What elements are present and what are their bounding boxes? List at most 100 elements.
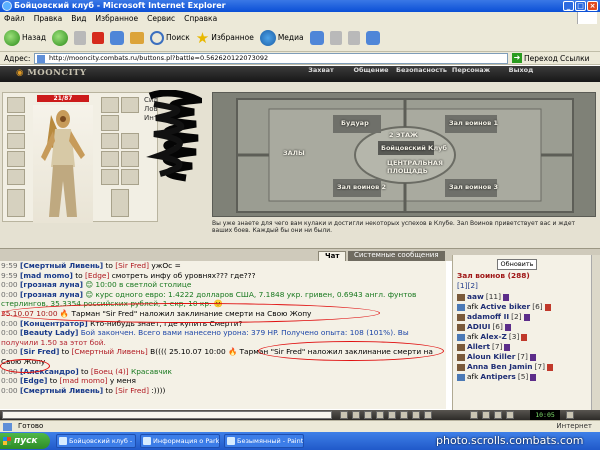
menu-tools[interactable]: Сервис [147, 14, 175, 23]
player-name[interactable]: Antipers [480, 372, 515, 382]
back-button[interactable]: Назад [4, 29, 46, 46]
edit-icon[interactable] [365, 30, 380, 45]
refresh-button[interactable]: Обновить [497, 259, 537, 270]
translit-icon[interactable] [376, 411, 384, 419]
chat-private-icon[interactable] [457, 363, 465, 371]
chat-private-icon[interactable] [457, 303, 465, 311]
player-info-icon[interactable] [544, 303, 551, 311]
chat-nick[interactable]: [Edge] [20, 376, 47, 385]
inventory-slot-earrings[interactable] [101, 97, 119, 113]
chat-input[interactable] [2, 411, 332, 419]
player-list-item[interactable]: afk Antipers [5] [457, 372, 587, 382]
player-info-icon[interactable] [502, 293, 509, 301]
chat-private-icon[interactable] [457, 293, 465, 301]
chat-nick[interactable]: [mad momo] [20, 271, 73, 280]
player-name[interactable]: adamoff II [467, 312, 509, 322]
filter-icon[interactable] [352, 411, 360, 419]
menu-file[interactable]: Файл [4, 14, 25, 23]
media-button[interactable]: Медиа [259, 29, 304, 46]
player-list-item[interactable]: Allert [7] [457, 342, 587, 352]
nav-character[interactable]: Персонаж [446, 66, 496, 75]
map-boudoir[interactable]: Будуар [341, 119, 369, 127]
inventory-slot-cloak[interactable] [7, 189, 25, 217]
taskbar-item-browser[interactable]: Бойцовский клуб - M... [56, 434, 136, 448]
player-info-icon[interactable] [529, 353, 536, 361]
map-central-square[interactable]: ЦЕНТРАЛЬНАЯ ПЛОЩАДЬ [387, 159, 443, 175]
address-input[interactable]: http://mooncity.combats.ru/buttons.pl?ba… [34, 53, 508, 64]
scroll-down-icon[interactable] [482, 411, 490, 419]
map-warriors-hall-3[interactable]: Зал воинов 3 [449, 183, 498, 191]
player-name[interactable]: Allert [467, 342, 490, 352]
inventory-slot-armor[interactable] [7, 151, 25, 167]
taskbar-item-paint[interactable]: Безымянный - Paint [224, 434, 304, 448]
player-name[interactable]: Anna Ben Jamin [467, 362, 533, 372]
inventory-slot-scroll-1[interactable] [121, 133, 139, 149]
inventory-slot-shield[interactable] [101, 133, 119, 149]
player-name[interactable]: Aloun Killer [467, 352, 515, 362]
inventory-slot-necklace[interactable] [7, 115, 25, 131]
player-list-item[interactable]: aaw [11] [457, 292, 587, 302]
player-list-item[interactable]: Aloun Killer [7] [457, 352, 587, 362]
player-list-item[interactable]: afk Alex-Z [3] [457, 332, 587, 342]
refresh-icon[interactable] [110, 30, 125, 45]
clear-icon[interactable] [364, 411, 372, 419]
chat-private-icon[interactable] [457, 343, 465, 351]
player-list-item[interactable]: ADIUI [6] [457, 322, 587, 332]
taskbar-item-info[interactable]: Информация о Park... [140, 434, 220, 448]
room-scrollbar[interactable] [591, 255, 600, 410]
player-info-icon[interactable] [523, 313, 530, 321]
chat-nick[interactable]: [Sir Fred] [115, 386, 149, 395]
print-icon[interactable] [347, 30, 360, 45]
exit-icon[interactable] [566, 411, 574, 419]
nav-security[interactable]: Безопасность [396, 66, 447, 75]
player-info-icon[interactable] [504, 323, 511, 331]
chat-nick[interactable]: [грозная луна] [20, 280, 83, 289]
player-name[interactable]: Active biker [480, 302, 530, 312]
player-name[interactable]: Alex-Z [480, 332, 506, 342]
stop-icon[interactable] [92, 31, 105, 44]
chat-nick[interactable]: [Edge] [85, 271, 109, 280]
chat-nick[interactable]: [грозная луна] [20, 290, 83, 299]
chat-private-icon[interactable] [457, 373, 465, 381]
inventory-slot-helmet[interactable] [7, 97, 25, 113]
links-label[interactable]: Ссылки [560, 54, 589, 63]
chat-nick[interactable]: [Sir Fred] [20, 347, 59, 356]
start-button[interactable]: пуск [0, 433, 50, 449]
home-icon[interactable] [130, 31, 145, 44]
room-pager[interactable]: [1][2] [457, 281, 478, 291]
player-name[interactable]: aaw [467, 292, 484, 302]
player-name[interactable]: ADIUI [467, 322, 490, 332]
chat-nick[interactable]: [Боец (4)] [91, 367, 129, 376]
help-icon[interactable] [506, 411, 514, 419]
player-list-item[interactable]: Anna Ben Jamin [7] [457, 362, 587, 372]
chat-private-icon[interactable] [457, 323, 465, 331]
player-info-icon[interactable] [530, 373, 537, 381]
inventory-slot-scroll-5[interactable] [121, 169, 139, 185]
chat-nick[interactable]: [Beauty Lady] [20, 328, 78, 337]
smile-icon[interactable] [340, 411, 348, 419]
nav-communication[interactable]: Общение [346, 66, 396, 75]
inventory-slot-scroll-3[interactable] [121, 151, 139, 167]
favorites-button[interactable]: ★ Избранное [196, 30, 254, 46]
sound-icon[interactable] [412, 411, 420, 419]
forward-button[interactable] [52, 29, 69, 46]
chat-nick[interactable]: [Смертный Ливень] [20, 261, 103, 270]
menu-view[interactable]: Вид [71, 14, 86, 23]
inventory-slot-gloves[interactable] [101, 115, 119, 131]
chat-nick[interactable]: [Sir Fred] [115, 261, 149, 270]
private-icon[interactable] [400, 411, 408, 419]
inventory-slot-scroll-2[interactable] [101, 151, 119, 167]
chat-nick[interactable]: [Смертный Ливень] [20, 386, 103, 395]
nav-capture[interactable]: Захват [296, 66, 346, 75]
send-icon[interactable] [424, 411, 432, 419]
search-button[interactable]: Поиск [150, 30, 190, 45]
nav-exit[interactable]: Выход [496, 66, 546, 75]
menu-help[interactable]: Справка [184, 14, 217, 23]
chat-nick[interactable]: [Смертный Ливень] [71, 347, 147, 356]
inventory-slot-weapon[interactable] [7, 133, 25, 149]
chat-private-icon[interactable] [457, 313, 465, 321]
player-info-icon[interactable] [521, 333, 528, 341]
menu-edit[interactable]: Правка [34, 14, 63, 23]
go-button[interactable]: ➜ Переход [512, 53, 558, 63]
chat-nick[interactable]: [mad momo] [60, 376, 108, 385]
